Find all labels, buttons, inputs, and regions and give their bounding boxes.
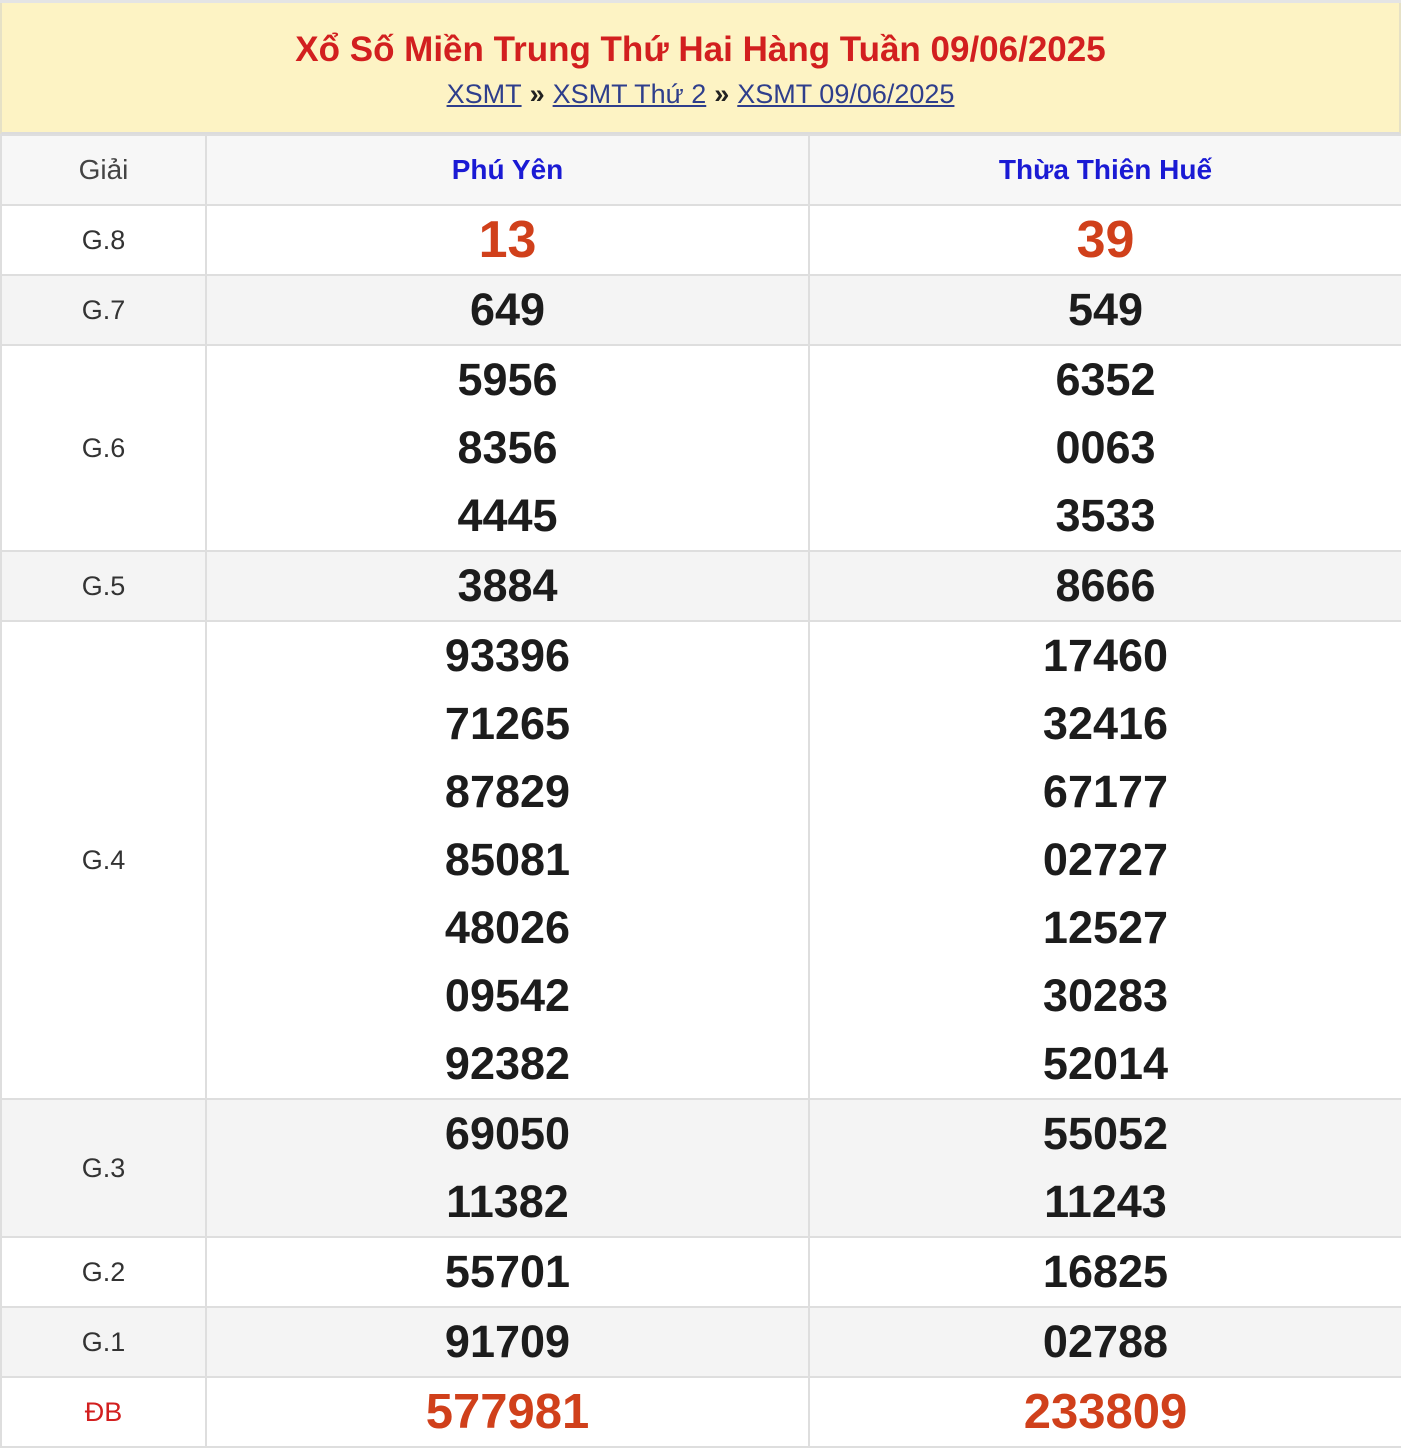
phu-yen-cell: 649: [205, 274, 810, 346]
page-title: Xổ Số Miền Trung Thứ Hai Hàng Tuần 09/06…: [295, 30, 1106, 69]
lottery-number: 02727: [1042, 834, 1169, 885]
lottery-number: 87829: [444, 766, 571, 817]
breadcrumb-link-xsmt-date[interactable]: XSMT 09/06/2025: [737, 79, 954, 109]
lottery-number: 549: [1067, 284, 1144, 335]
phu-yen-cell: 577981: [205, 1376, 810, 1448]
results-header: Xổ Số Miền Trung Thứ Hai Hàng Tuần 09/06…: [0, 3, 1401, 134]
prize-label: G.2: [0, 1236, 207, 1308]
lottery-number: 16825: [1042, 1246, 1169, 1297]
breadcrumb: XSMT» XSMT Thứ 2» XSMT 09/06/2025: [2, 77, 1399, 111]
phu-yen-cell: 69050 11382: [205, 1098, 810, 1238]
lottery-number: 55052: [1042, 1108, 1169, 1159]
lottery-number: 48026: [444, 902, 571, 953]
table-row: G.2 55701 16825: [0, 1236, 1401, 1308]
hue-cell: 549: [808, 274, 1401, 346]
breadcrumb-link-xsmt[interactable]: XSMT: [447, 79, 522, 109]
prize-label: ĐB: [0, 1376, 207, 1448]
lottery-number: 4445: [457, 490, 558, 541]
prize-label: G.5: [0, 550, 207, 622]
lottery-number: 13: [478, 211, 537, 269]
lottery-number: 649: [469, 284, 546, 335]
lottery-number: 92382: [444, 1038, 571, 1089]
hue-cell: 02788: [808, 1306, 1401, 1378]
prize-label: G.1: [0, 1306, 207, 1378]
lottery-number: 17460: [1042, 630, 1169, 681]
table-row: G.3 69050 11382 55052 11243: [0, 1098, 1401, 1238]
lottery-number: 09542: [444, 970, 571, 1021]
lottery-number: 93396: [444, 630, 571, 681]
table-row: G.6 5956 8356 4445 6352 0063 3533: [0, 344, 1401, 552]
column-header-hue[interactable]: Thừa Thiên Huế: [808, 134, 1401, 206]
prize-label: G.6: [0, 344, 207, 552]
table-row: G.7 649 549: [0, 274, 1401, 346]
phu-yen-cell: 55701: [205, 1236, 810, 1308]
phu-yen-cell: 13: [205, 204, 810, 276]
table-row: G.8 13 39: [0, 204, 1401, 276]
prize-label: G.4: [0, 620, 207, 1100]
lottery-number: 30283: [1042, 970, 1169, 1021]
lottery-number: 91709: [444, 1316, 571, 1367]
lottery-number: 8356: [457, 422, 558, 473]
lottery-number: 11243: [1044, 1176, 1167, 1227]
lottery-number: 6352: [1055, 354, 1156, 405]
column-header-prize: Giải: [0, 134, 207, 206]
table-row: ĐB 577981 233809: [0, 1376, 1401, 1448]
prize-label: G.8: [0, 204, 207, 276]
hue-cell: 6352 0063 3533: [808, 344, 1401, 552]
lottery-number: 85081: [444, 834, 571, 885]
lottery-number: 0063: [1055, 422, 1156, 473]
lottery-number: 69050: [444, 1108, 571, 1159]
table-row: G.1 91709 02788: [0, 1306, 1401, 1378]
lottery-number: 02788: [1042, 1316, 1169, 1367]
prize-label: G.7: [0, 274, 207, 346]
phu-yen-cell: 91709: [205, 1306, 810, 1378]
lottery-number: 32416: [1042, 698, 1169, 749]
lottery-number: 12527: [1042, 902, 1169, 953]
lottery-number: 71265: [444, 698, 571, 749]
hue-cell: 8666: [808, 550, 1401, 622]
lottery-number: 67177: [1042, 766, 1169, 817]
lottery-number: 8666: [1055, 560, 1156, 611]
results-table: Giải Phú Yên Thừa Thiên Huế G.8 13 39 G.7 64…: [0, 134, 1401, 1448]
breadcrumb-link-xsmt-thu-2[interactable]: XSMT Thứ 2: [553, 79, 707, 109]
lottery-number: 39: [1076, 211, 1135, 269]
column-header-phu-yen[interactable]: Phú Yên: [205, 134, 810, 206]
lottery-number: 3533: [1055, 490, 1156, 541]
prize-label: G.3: [0, 1098, 207, 1238]
phu-yen-cell: 93396 71265 87829 85081 48026 09542 92382: [205, 620, 810, 1100]
breadcrumb-separator: »: [714, 79, 730, 109]
table-row: G.4 93396 71265 87829 85081 48026 09542 92382 17…: [0, 620, 1401, 1100]
hue-cell: 233809: [808, 1376, 1401, 1448]
table-row: G.5 3884 8666: [0, 550, 1401, 622]
lottery-number: 3884: [457, 560, 558, 611]
lottery-number: 577981: [425, 1385, 590, 1439]
lottery-number: 52014: [1042, 1038, 1169, 1089]
phu-yen-cell: 5956 8356 4445: [205, 344, 810, 552]
hue-cell: 16825: [808, 1236, 1401, 1308]
lottery-number: 11382: [446, 1176, 569, 1227]
hue-cell: 17460 32416 67177 02727 12527 30283 52014: [808, 620, 1401, 1100]
phu-yen-cell: 3884: [205, 550, 810, 622]
results-page: Xổ Số Miền Trung Thứ Hai Hàng Tuần 09/06…: [0, 0, 1401, 1448]
results-body: G.8 13 39 G.7 649 549 G.6 5956 8356 4445 6352 0063 3…: [0, 204, 1401, 1448]
breadcrumb-separator: »: [529, 79, 545, 109]
hue-cell: 39: [808, 204, 1401, 276]
lottery-number: 55701: [444, 1246, 571, 1297]
hue-cell: 55052 11243: [808, 1098, 1401, 1238]
lottery-number: 5956: [457, 354, 558, 405]
table-header-row: Giải Phú Yên Thừa Thiên Huế: [0, 134, 1401, 206]
lottery-number: 233809: [1023, 1385, 1188, 1439]
